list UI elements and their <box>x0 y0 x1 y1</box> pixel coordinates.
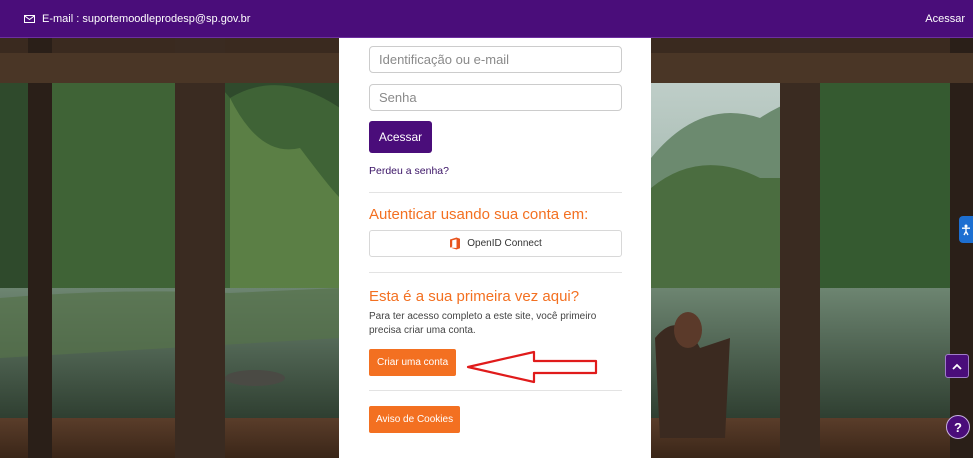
help-button[interactable]: ? <box>946 415 970 439</box>
login-submit-button[interactable]: Acessar <box>369 121 432 153</box>
chevron-up-icon <box>952 363 962 370</box>
support-contact: E-mail : suportemoodleprodesp@sp.gov.br <box>24 13 250 25</box>
first-visit-heading: Esta é a sua primeira vez aqui? <box>369 288 580 305</box>
auth-provider-heading: Autenticar usando sua conta em: <box>369 206 589 223</box>
openid-connect-label: OpenID Connect <box>467 238 542 249</box>
forgot-password-link[interactable]: Perdeu a senha? <box>369 165 621 177</box>
top-navbar: E-mail : suportemoodleprodesp@sp.gov.br … <box>0 0 973 38</box>
scroll-to-top-button[interactable] <box>945 354 969 378</box>
login-card: Acessar Perdeu a senha? Autenticar usand… <box>339 38 651 458</box>
red-arrow-annotation <box>466 350 598 384</box>
accessibility-icon <box>962 224 970 235</box>
microsoft-office-icon <box>450 237 461 250</box>
envelope-icon <box>24 14 35 23</box>
accessibility-tab[interactable] <box>959 216 973 243</box>
section-divider <box>369 192 622 193</box>
password-input[interactable] <box>369 84 622 111</box>
support-email-text: E-mail : suportemoodleprodesp@sp.gov.br <box>42 12 251 25</box>
create-account-button[interactable]: Criar uma conta <box>369 349 457 376</box>
first-visit-description: Para ter acesso completo a este site, vo… <box>369 311 597 336</box>
section-divider <box>369 390 622 391</box>
navbar-login-link[interactable]: Acessar <box>925 13 965 25</box>
cookie-notice-button[interactable]: Aviso de Cookies <box>369 406 461 433</box>
openid-connect-button[interactable]: OpenID Connect <box>369 230 622 257</box>
username-input[interactable] <box>369 46 622 73</box>
section-divider <box>369 272 622 273</box>
